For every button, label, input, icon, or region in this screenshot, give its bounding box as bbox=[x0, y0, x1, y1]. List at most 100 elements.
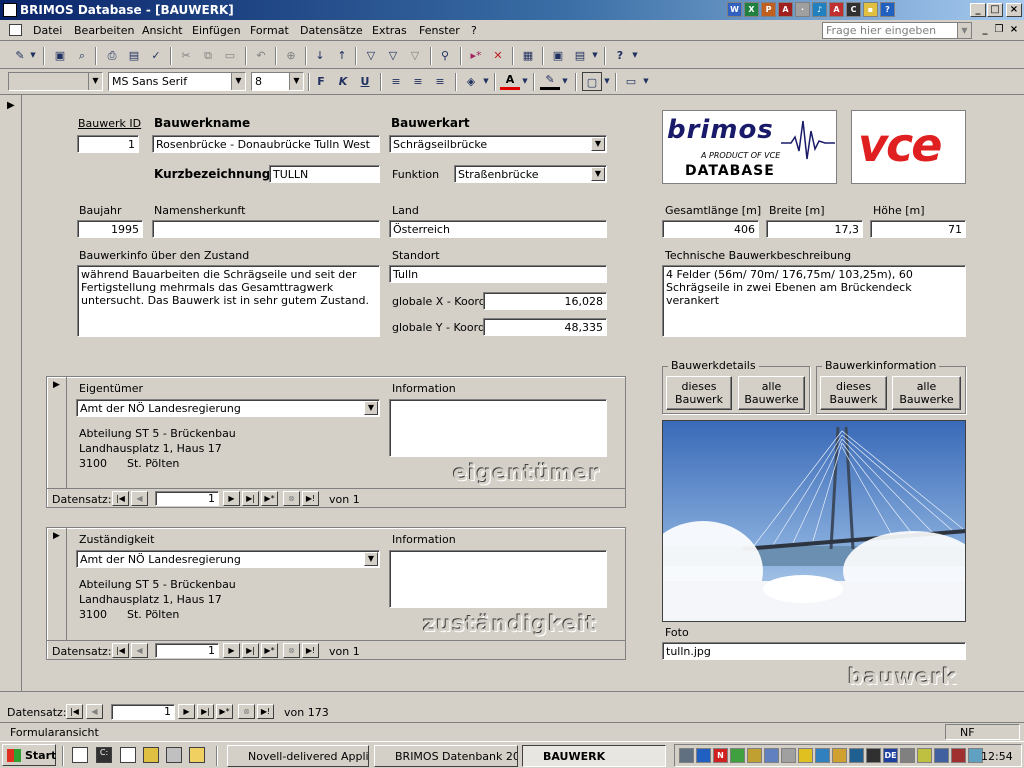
next-record-icon[interactable]: ▶ bbox=[223, 491, 240, 506]
media-icon[interactable]: ♪ bbox=[812, 2, 827, 17]
tray-icon[interactable] bbox=[815, 748, 830, 763]
italic-button[interactable]: K bbox=[333, 72, 353, 91]
bauwerkdetails-this-button[interactable]: dieses Bauwerk bbox=[666, 376, 732, 410]
task-bauwerk[interactable]: BAUWERK bbox=[522, 745, 666, 767]
task-novell[interactable]: Novell-delivered Applic... bbox=[227, 745, 369, 767]
form-doc-icon[interactable] bbox=[9, 24, 22, 36]
properties-icon[interactable]: ▦ bbox=[518, 46, 538, 65]
menu-fenster[interactable]: Fenster bbox=[419, 24, 460, 37]
fill-color-icon[interactable]: ◈ bbox=[461, 72, 481, 91]
powerpoint-icon[interactable]: P bbox=[761, 2, 776, 17]
record-selector[interactable]: ▶ bbox=[0, 95, 22, 691]
app-icon[interactable] bbox=[3, 3, 17, 17]
tray-icon[interactable] bbox=[832, 748, 847, 763]
bauwerkname-field[interactable]: Rosenbrücke - Donaubrücke Tulln West bbox=[152, 135, 380, 153]
resp-info-textarea[interactable] bbox=[389, 550, 607, 608]
new-object-icon[interactable]: ▤ bbox=[570, 46, 590, 65]
menu-einfuegen[interactable]: Einfügen bbox=[192, 24, 241, 37]
desktop-shortcut-icon[interactable] bbox=[72, 747, 88, 763]
tray-icon[interactable] bbox=[866, 748, 881, 763]
menu-bearbeiten[interactable]: Bearbeiten bbox=[74, 24, 134, 37]
owner-info-textarea[interactable] bbox=[389, 399, 607, 457]
tray-icon[interactable] bbox=[798, 748, 813, 763]
filter-record-icon[interactable]: ▶! bbox=[302, 643, 319, 658]
filter-record-icon[interactable]: ▶! bbox=[257, 704, 274, 719]
font-color-icon[interactable]: A bbox=[500, 72, 520, 90]
menu-ansicht[interactable]: Ansicht bbox=[142, 24, 183, 37]
doc-shortcut-icon[interactable] bbox=[120, 747, 136, 763]
pdf-icon[interactable]: A bbox=[829, 2, 844, 17]
chevron-down-icon[interactable]: ▼ bbox=[630, 46, 640, 65]
next-record-icon[interactable]: ▶ bbox=[223, 643, 240, 658]
bold-button[interactable]: F bbox=[311, 72, 331, 91]
copy-icon[interactable]: ⧉ bbox=[198, 46, 218, 65]
delete-record-icon[interactable]: ⊗ bbox=[283, 491, 300, 506]
owner-record-number[interactable]: 1 bbox=[155, 491, 219, 506]
help-icon[interactable]: ? bbox=[610, 46, 630, 65]
tray-icon[interactable] bbox=[747, 748, 762, 763]
menu-datei[interactable]: Datei bbox=[33, 24, 62, 37]
tray-icon[interactable] bbox=[900, 748, 915, 763]
bauwerkinformation-this-button[interactable]: dieses Bauwerk bbox=[820, 376, 887, 410]
resp-select[interactable]: Amt der NÖ Landesregierung ▼ bbox=[76, 550, 380, 568]
tray-icon[interactable] bbox=[951, 748, 966, 763]
explorer-icon[interactable]: ▪ bbox=[863, 2, 878, 17]
search-shortcut-icon[interactable] bbox=[143, 747, 159, 763]
tray-icon[interactable] bbox=[934, 748, 949, 763]
sort-descending-icon[interactable]: ↑ bbox=[332, 46, 352, 65]
bauwerkdetails-all-button[interactable]: alle Bauwerke bbox=[738, 376, 805, 410]
new-record-icon[interactable]: ▸* bbox=[466, 46, 486, 65]
underline-button[interactable]: U bbox=[355, 72, 375, 91]
prev-record-icon[interactable]: ◀ bbox=[86, 704, 103, 719]
paste-icon[interactable]: ▭ bbox=[220, 46, 240, 65]
doc-restore-button[interactable]: ❐ bbox=[991, 24, 1007, 38]
resp-record-number[interactable]: 1 bbox=[155, 643, 219, 658]
print-preview-icon[interactable]: ▤ bbox=[124, 46, 144, 65]
filter-selection-icon[interactable]: ▽ bbox=[361, 46, 381, 65]
spelling-icon[interactable]: ✓ bbox=[146, 46, 166, 65]
close-button[interactable]: × bbox=[1006, 3, 1022, 17]
first-record-icon[interactable]: |◀ bbox=[112, 491, 129, 506]
hyperlink-icon[interactable]: ⊕ bbox=[281, 46, 301, 65]
find-icon[interactable]: ⚲ bbox=[435, 46, 455, 65]
start-button[interactable]: Start bbox=[2, 744, 56, 766]
prev-record-icon[interactable]: ◀ bbox=[131, 643, 148, 658]
chevron-down-icon[interactable]: ▼ bbox=[641, 72, 651, 91]
chevron-down-icon[interactable]: ▼ bbox=[481, 72, 491, 91]
new-record-icon[interactable]: ▶* bbox=[261, 491, 278, 506]
help-search-input[interactable]: Frage hier eingeben ▼ bbox=[822, 22, 972, 39]
line-width-icon[interactable]: ▭ bbox=[621, 72, 641, 91]
cmd-shortcut-icon[interactable]: C: bbox=[96, 747, 112, 763]
delete-record-icon[interactable]: ✕ bbox=[488, 46, 508, 65]
filter-form-icon[interactable]: ▽ bbox=[383, 46, 403, 65]
tray-icon[interactable] bbox=[917, 748, 932, 763]
network-shortcut-icon[interactable] bbox=[166, 747, 182, 763]
bauwerkinformation-all-button[interactable]: alle Bauwerke bbox=[892, 376, 961, 410]
align-center-icon[interactable]: ≡ bbox=[408, 72, 428, 91]
search-icon[interactable]: ? bbox=[880, 2, 895, 17]
foto-field[interactable]: tulln.jpg bbox=[662, 642, 966, 660]
kurzbezeichnung-field[interactable]: TULLN bbox=[269, 165, 380, 183]
last-record-icon[interactable]: ▶| bbox=[242, 643, 259, 658]
undo-icon[interactable]: ↶ bbox=[251, 46, 271, 65]
technische-beschreibung-textarea[interactable]: 4 Felder (56m/ 70m/ 176,75m/ 103,25m), 6… bbox=[662, 265, 966, 337]
maximize-button[interactable]: □ bbox=[987, 3, 1003, 17]
sort-ascending-icon[interactable]: ↓ bbox=[310, 46, 330, 65]
bauwerkinfo-textarea[interactable]: während Bauarbeiten die Schrägseile und … bbox=[77, 265, 380, 337]
app-launcher-icon[interactable]: · bbox=[795, 2, 810, 17]
tray-icon[interactable] bbox=[696, 748, 711, 763]
doc-close-button[interactable]: × bbox=[1006, 24, 1022, 38]
menu-extras[interactable]: Extras bbox=[372, 24, 407, 37]
menu-help[interactable]: ? bbox=[471, 24, 477, 37]
tray-icon[interactable] bbox=[781, 748, 796, 763]
y-koord-field[interactable]: 48,335 bbox=[483, 318, 607, 336]
last-record-icon[interactable]: ▶| bbox=[242, 491, 259, 506]
apply-filter-icon[interactable]: ▽ bbox=[405, 46, 425, 65]
access-icon[interactable]: A bbox=[778, 2, 793, 17]
menu-format[interactable]: Format bbox=[250, 24, 289, 37]
chevron-down-icon[interactable]: ▼ bbox=[560, 72, 570, 91]
menu-datensaetze[interactable]: Datensätze bbox=[300, 24, 363, 37]
tray-icon[interactable] bbox=[679, 748, 694, 763]
font-size-select[interactable]: 8 ▼ bbox=[251, 72, 304, 91]
align-left-icon[interactable]: ≡ bbox=[386, 72, 406, 91]
